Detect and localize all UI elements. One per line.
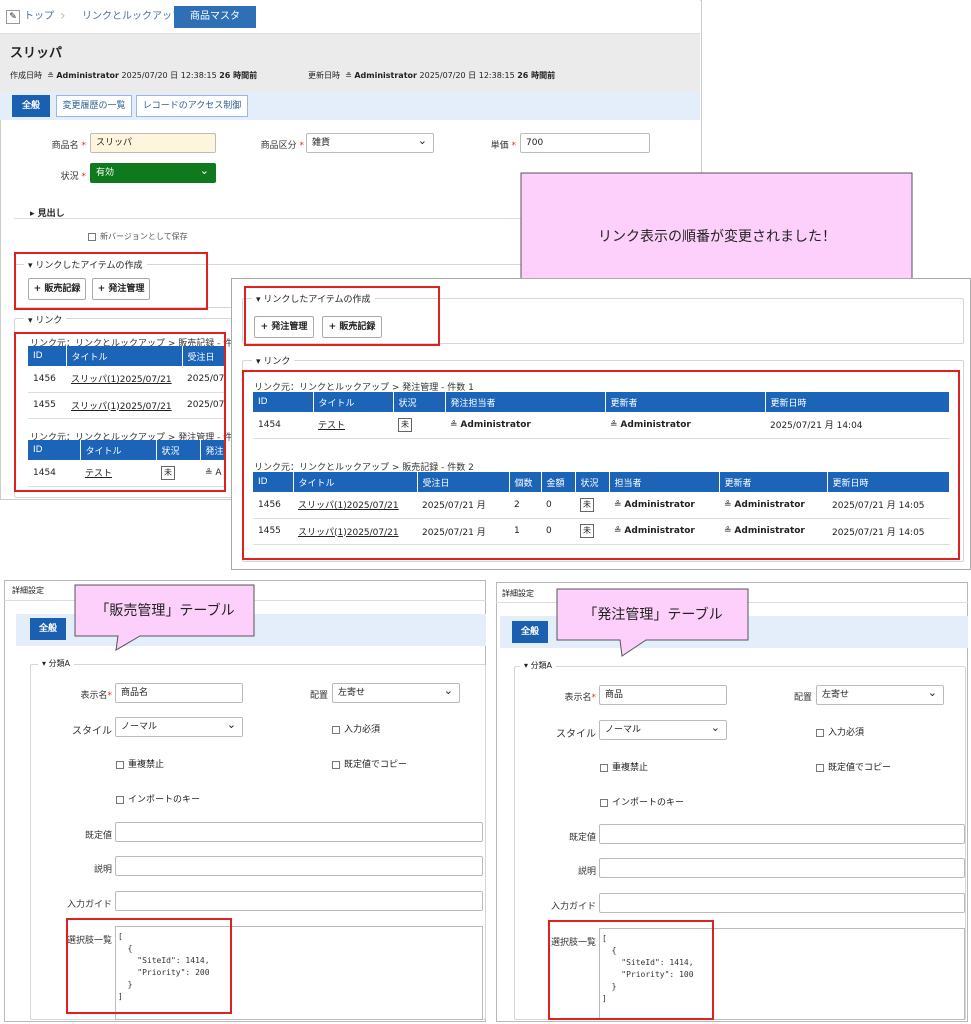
left-settings-header: 詳細設定 (12, 586, 44, 595)
highlight-box (14, 332, 226, 492)
left-legend[interactable]: ▾ 分類A (38, 658, 75, 669)
created-ago: 26 時間前 (219, 71, 258, 80)
highlight-box (244, 286, 440, 346)
copy-default-checkbox[interactable]: 既定値でコピー (816, 760, 891, 773)
new-version-checkbox[interactable]: 新バージョンとして保存 (88, 231, 188, 242)
placement-label: 配置 (309, 691, 328, 701)
status-select[interactable]: 有効 (90, 162, 216, 183)
category-label: 商品区分 * (260, 141, 304, 151)
placement-select[interactable]: 左寄せ (332, 682, 460, 703)
required-checkbox[interactable]: 入力必須 (816, 725, 864, 738)
right-settings-header: 詳細設定 (502, 589, 534, 598)
price-label: 単価 * (490, 141, 516, 151)
p2-links-legend[interactable]: ▾ リンク (252, 354, 295, 367)
right-legend[interactable]: ▾ 分類A (520, 660, 557, 671)
guide-input[interactable] (599, 893, 965, 913)
guide-label: 入力ガイド (66, 900, 112, 910)
default-label: 既定値 (84, 831, 112, 841)
display-name-label: 表示名* (80, 691, 112, 701)
created-info: 作成日時 ≗ Administrator 2025/07/20 日 12:38:… (10, 70, 257, 81)
record-title: スリッパ (10, 46, 63, 61)
created-label: 作成日時 (10, 71, 42, 80)
name-label: 商品名 * (51, 141, 86, 151)
right-callout-text: 「発注管理」テーブル (583, 607, 723, 623)
breadcrumb-current: 商品マスタ (174, 6, 256, 28)
callout-text: リンク表示の順番が変更されました！ (598, 229, 836, 245)
category-select[interactable]: 雑貨 (306, 132, 434, 153)
highlight-box (66, 918, 232, 1014)
right-tab-general[interactable]: 全般 (512, 621, 548, 643)
edit-icon[interactable]: ✎ (6, 10, 20, 24)
display-name-label: 表示名* (564, 693, 596, 703)
breadcrumb-site[interactable]: リンクとルックアップ (82, 6, 182, 28)
default-input[interactable] (115, 822, 483, 842)
highlight-box (548, 920, 714, 1020)
style-label: スタイル (556, 729, 596, 740)
links-legend[interactable]: ▾ リンク (24, 313, 67, 326)
user-icon: ≗ (44, 71, 54, 80)
left-tab-general[interactable]: 全般 (30, 618, 66, 640)
import-key-checkbox[interactable]: インポートのキー (600, 795, 684, 808)
default-input[interactable] (599, 824, 965, 844)
tab-bar: 全般 変更履歴の一覧 レコードのアクセス制御 (0, 92, 700, 120)
updated-ago: 26 時間前 (517, 71, 556, 80)
updated-at: 2025/07/20 日 12:38:15 (419, 71, 515, 80)
copy-default-checkbox[interactable]: 既定値でコピー (332, 757, 407, 770)
style-select[interactable]: ノーマル (115, 716, 243, 737)
created-at: 2025/07/20 日 12:38:15 (121, 71, 217, 80)
guide-input[interactable] (115, 891, 483, 911)
price-input[interactable]: 700 (520, 133, 650, 153)
chevron-right-icon: › (60, 8, 66, 24)
display-name-input[interactable]: 商品 (599, 685, 727, 705)
highlight-box (242, 370, 960, 560)
status-label: 状況 * (60, 172, 86, 182)
default-label: 既定値 (568, 833, 596, 843)
import-key-checkbox[interactable]: インポートのキー (116, 792, 200, 805)
updater: Administrator (354, 71, 417, 80)
required-checkbox[interactable]: 入力必須 (332, 722, 380, 735)
placement-label: 配置 (793, 693, 812, 703)
updated-label: 更新日時 (308, 71, 340, 80)
no-dup-checkbox[interactable]: 重複禁止 (600, 760, 648, 773)
name-input[interactable]: スリッパ (90, 133, 216, 153)
desc-label: 説明 (577, 867, 596, 877)
tab-access-control[interactable]: レコードのアクセス制御 (136, 95, 248, 117)
desc-label: 説明 (93, 865, 112, 875)
user-icon: ≗ (342, 71, 352, 80)
display-name-input[interactable]: 商品名 (115, 683, 243, 703)
placement-select[interactable]: 左寄せ (816, 684, 944, 705)
left-callout-text: 「販売管理」テーブル (95, 603, 235, 619)
updated-info: 更新日時 ≗ Administrator 2025/07/20 日 12:38:… (308, 70, 555, 81)
style-label: スタイル (72, 726, 112, 737)
breadcrumb: ✎ トップ › リンクとルックアップ 商品マスタ (0, 0, 700, 34)
highlight-box (14, 252, 208, 310)
creator: Administrator (56, 71, 119, 80)
desc-input[interactable] (115, 856, 483, 876)
breadcrumb-home[interactable]: トップ (24, 6, 54, 28)
tab-history[interactable]: 変更履歴の一覧 (56, 95, 132, 117)
no-dup-checkbox[interactable]: 重複禁止 (116, 757, 164, 770)
record-header: スリッパ 作成日時 ≗ Administrator 2025/07/20 日 1… (0, 34, 700, 92)
tab-general[interactable]: 全般 (12, 95, 50, 117)
desc-input[interactable] (599, 858, 965, 878)
guide-label: 入力ガイド (550, 902, 596, 912)
style-select[interactable]: ノーマル (599, 719, 727, 740)
